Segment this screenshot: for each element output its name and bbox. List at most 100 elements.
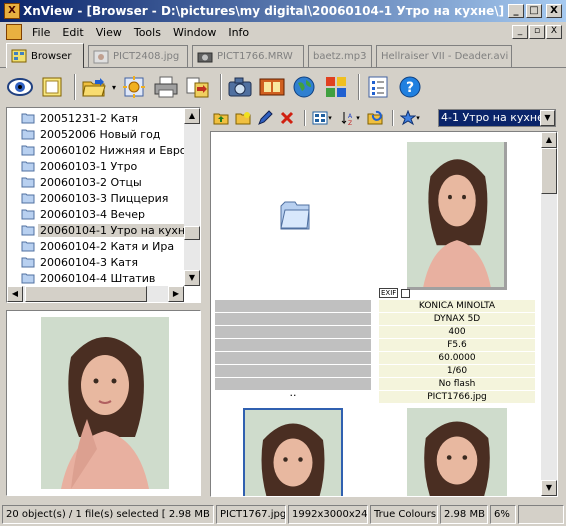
size-grip[interactable] <box>518 505 564 524</box>
scroll-thumb[interactable] <box>25 286 147 302</box>
chevron-down-icon[interactable]: ▼ <box>540 110 555 126</box>
folder-icon <box>21 241 35 252</box>
folder-icon <box>21 145 35 156</box>
exif-info-column: KONICA MINOLTA DYNAX 5D 400 F5.6 60.0000 1/60… <box>379 300 535 404</box>
exif-value: KONICA MINOLTA <box>379 300 535 312</box>
close-button[interactable]: X <box>546 4 562 18</box>
sort-button[interactable]: A Z ▾ <box>338 109 362 127</box>
open-folder-button[interactable] <box>80 73 108 101</box>
parent-folder-label: .. <box>289 386 297 399</box>
thumbnail-view[interactable]: .. EXIF KONICA MINOLTA DYNAX 5D 400 F5.6 60.… <box>210 131 558 497</box>
tree-item[interactable]: 20060104-2 Катя и Ира <box>21 238 176 254</box>
preview-pane <box>6 310 201 496</box>
parent-info-column <box>215 300 371 391</box>
path-combobox[interactable]: 4-1 Утро на кухне\ ▼ <box>438 109 556 127</box>
tab-label: PICT2408.jpg <box>113 51 180 62</box>
refresh-button[interactable] <box>366 109 384 127</box>
folder-icon <box>21 273 35 284</box>
web-icon <box>293 76 315 98</box>
tree-item[interactable]: 20060104-3 Катя <box>21 254 140 270</box>
menu-bar: File Edit View Tools Window Info _ ▫ X <box>0 22 566 42</box>
dropdown-arrow-icon[interactable]: ▾ <box>112 83 120 92</box>
tree-item-label: 20060104-2 Катя и Ира <box>40 239 175 253</box>
exif-value: DYNAX 5D <box>379 313 535 325</box>
mdi-close-button[interactable]: X <box>546 25 562 39</box>
menu-info[interactable]: Info <box>222 26 255 39</box>
tab-pict2408[interactable]: PICT2408.jpg <box>88 45 188 67</box>
xnview-app-icon[interactable]: X <box>4 3 20 19</box>
film-strip-button[interactable] <box>258 73 286 101</box>
tree-item[interactable]: 20060104-4 Штатив <box>21 270 157 286</box>
thumbnails-vertical-scrollbar[interactable]: ▲ ▼ <box>541 132 557 496</box>
tab-pict1766[interactable]: PICT1766.MRW <box>192 45 304 67</box>
toolbar-separator <box>304 110 306 126</box>
sort-icon: AZ <box>341 112 353 126</box>
thumbnail-pict1767[interactable] <box>243 408 343 496</box>
tree-item[interactable]: 20060103-1 Утро <box>21 158 139 174</box>
scroll-right-arrow-icon[interactable]: ▶ <box>168 286 184 302</box>
window-title: XnView - [Browser - D:\pictures\my digit… <box>23 4 505 18</box>
status-selection: 20 object(s) / 1 file(s) selected [ 2.98… <box>2 505 214 524</box>
capture-button[interactable] <box>226 73 254 101</box>
view-mode-button[interactable]: ▾ <box>310 109 334 127</box>
scroll-down-arrow-icon[interactable]: ▼ <box>184 270 200 286</box>
new-folder-button[interactable] <box>234 109 252 127</box>
parent-folder-thumbnail[interactable]: .. <box>215 136 371 426</box>
web-button[interactable] <box>290 73 318 101</box>
menu-window[interactable]: Window <box>167 26 222 39</box>
scroll-up-arrow-icon[interactable]: ▲ <box>541 132 557 148</box>
slideshow-button[interactable] <box>120 73 148 101</box>
tree-item-label: 20051231-2 Катя <box>40 111 139 125</box>
convert-icon <box>186 77 209 98</box>
tab-hellraiser-avi[interactable]: Hellraiser VII - Deader.avi <box>376 45 512 67</box>
convert-button[interactable] <box>184 73 212 101</box>
new-folder-icon <box>235 112 251 125</box>
tree-item[interactable]: 20052006 Новый год <box>21 126 162 142</box>
view-eye-button[interactable] <box>6 73 34 101</box>
document-icon[interactable] <box>6 24 22 40</box>
help-button[interactable]: ? <box>396 73 424 101</box>
scroll-left-arrow-icon[interactable]: ◀ <box>7 286 23 302</box>
tree-item[interactable]: 20060104-1 Утро на кухне <box>21 222 194 238</box>
menu-file[interactable]: File <box>26 26 56 39</box>
menu-edit[interactable]: Edit <box>56 26 89 39</box>
exif-value: PICT1766.jpg <box>379 391 535 403</box>
thumbnail-pict1766[interactable]: EXIF KONICA MINOLTA DYNAX 5D 400 F5.6 60.000… <box>379 136 535 426</box>
folder-tree[interactable]: 20051231-2 Катя 20052006 Новый год 2006010… <box>6 107 201 303</box>
tree-item[interactable]: 20060102 Нижняя и Евросет <box>21 142 200 158</box>
tree-item[interactable]: 20051231-2 Катя <box>21 110 140 126</box>
maximize-button[interactable]: □ <box>526 4 542 18</box>
tab-label: Hellraiser VII - Deader.avi <box>381 51 509 62</box>
tree-horizontal-scrollbar[interactable]: ◀ ▶ <box>7 286 184 302</box>
sun-icon <box>123 76 145 98</box>
folder-view-button[interactable] <box>38 73 66 101</box>
scroll-thumb[interactable] <box>541 148 557 194</box>
minimize-button[interactable]: _ <box>508 4 524 18</box>
tab-browser[interactable]: Browser <box>6 43 84 68</box>
up-folder-button[interactable] <box>212 109 230 127</box>
browser-toolbar: ▾ A Z ▾ ▾ 4-1 Утро на кухне\ ▼ <box>208 107 560 129</box>
tab-bar: Browser PICT2408.jpg PICT1766.MRW baetz.… <box>0 42 566 68</box>
tree-item[interactable]: 20060103-4 Вечер <box>21 206 147 222</box>
folder-icon <box>280 201 310 230</box>
menu-view[interactable]: View <box>90 26 128 39</box>
print-button[interactable] <box>152 73 180 101</box>
favorites-button[interactable]: ▾ <box>398 109 422 127</box>
rename-button[interactable] <box>256 109 274 127</box>
batch-button[interactable] <box>364 73 392 101</box>
mdi-restore-button[interactable]: ▫ <box>529 25 545 39</box>
contact-sheet-button[interactable] <box>322 73 350 101</box>
tree-item-label: 20060103-2 Отцы <box>40 175 142 189</box>
mdi-minimize-button[interactable]: _ <box>512 25 528 39</box>
menu-tools[interactable]: Tools <box>128 26 167 39</box>
scroll-down-arrow-icon[interactable]: ▼ <box>541 480 557 496</box>
scroll-up-arrow-icon[interactable]: ▲ <box>184 108 200 124</box>
scroll-thumb[interactable] <box>184 226 200 240</box>
tree-item[interactable]: 20060103-2 Отцы <box>21 174 144 190</box>
tree-vertical-scrollbar[interactable]: ▲ ▼ <box>184 108 200 286</box>
tab-baetz-mp3[interactable]: baetz.mp3 <box>308 45 372 67</box>
tree-item[interactable]: 20060103-3 Пиццерия <box>21 190 170 206</box>
delete-button[interactable] <box>278 109 296 127</box>
title-bar[interactable]: X XnView - [Browser - D:\pictures\my dig… <box>0 0 566 22</box>
thumbnail-next[interactable] <box>407 408 507 496</box>
